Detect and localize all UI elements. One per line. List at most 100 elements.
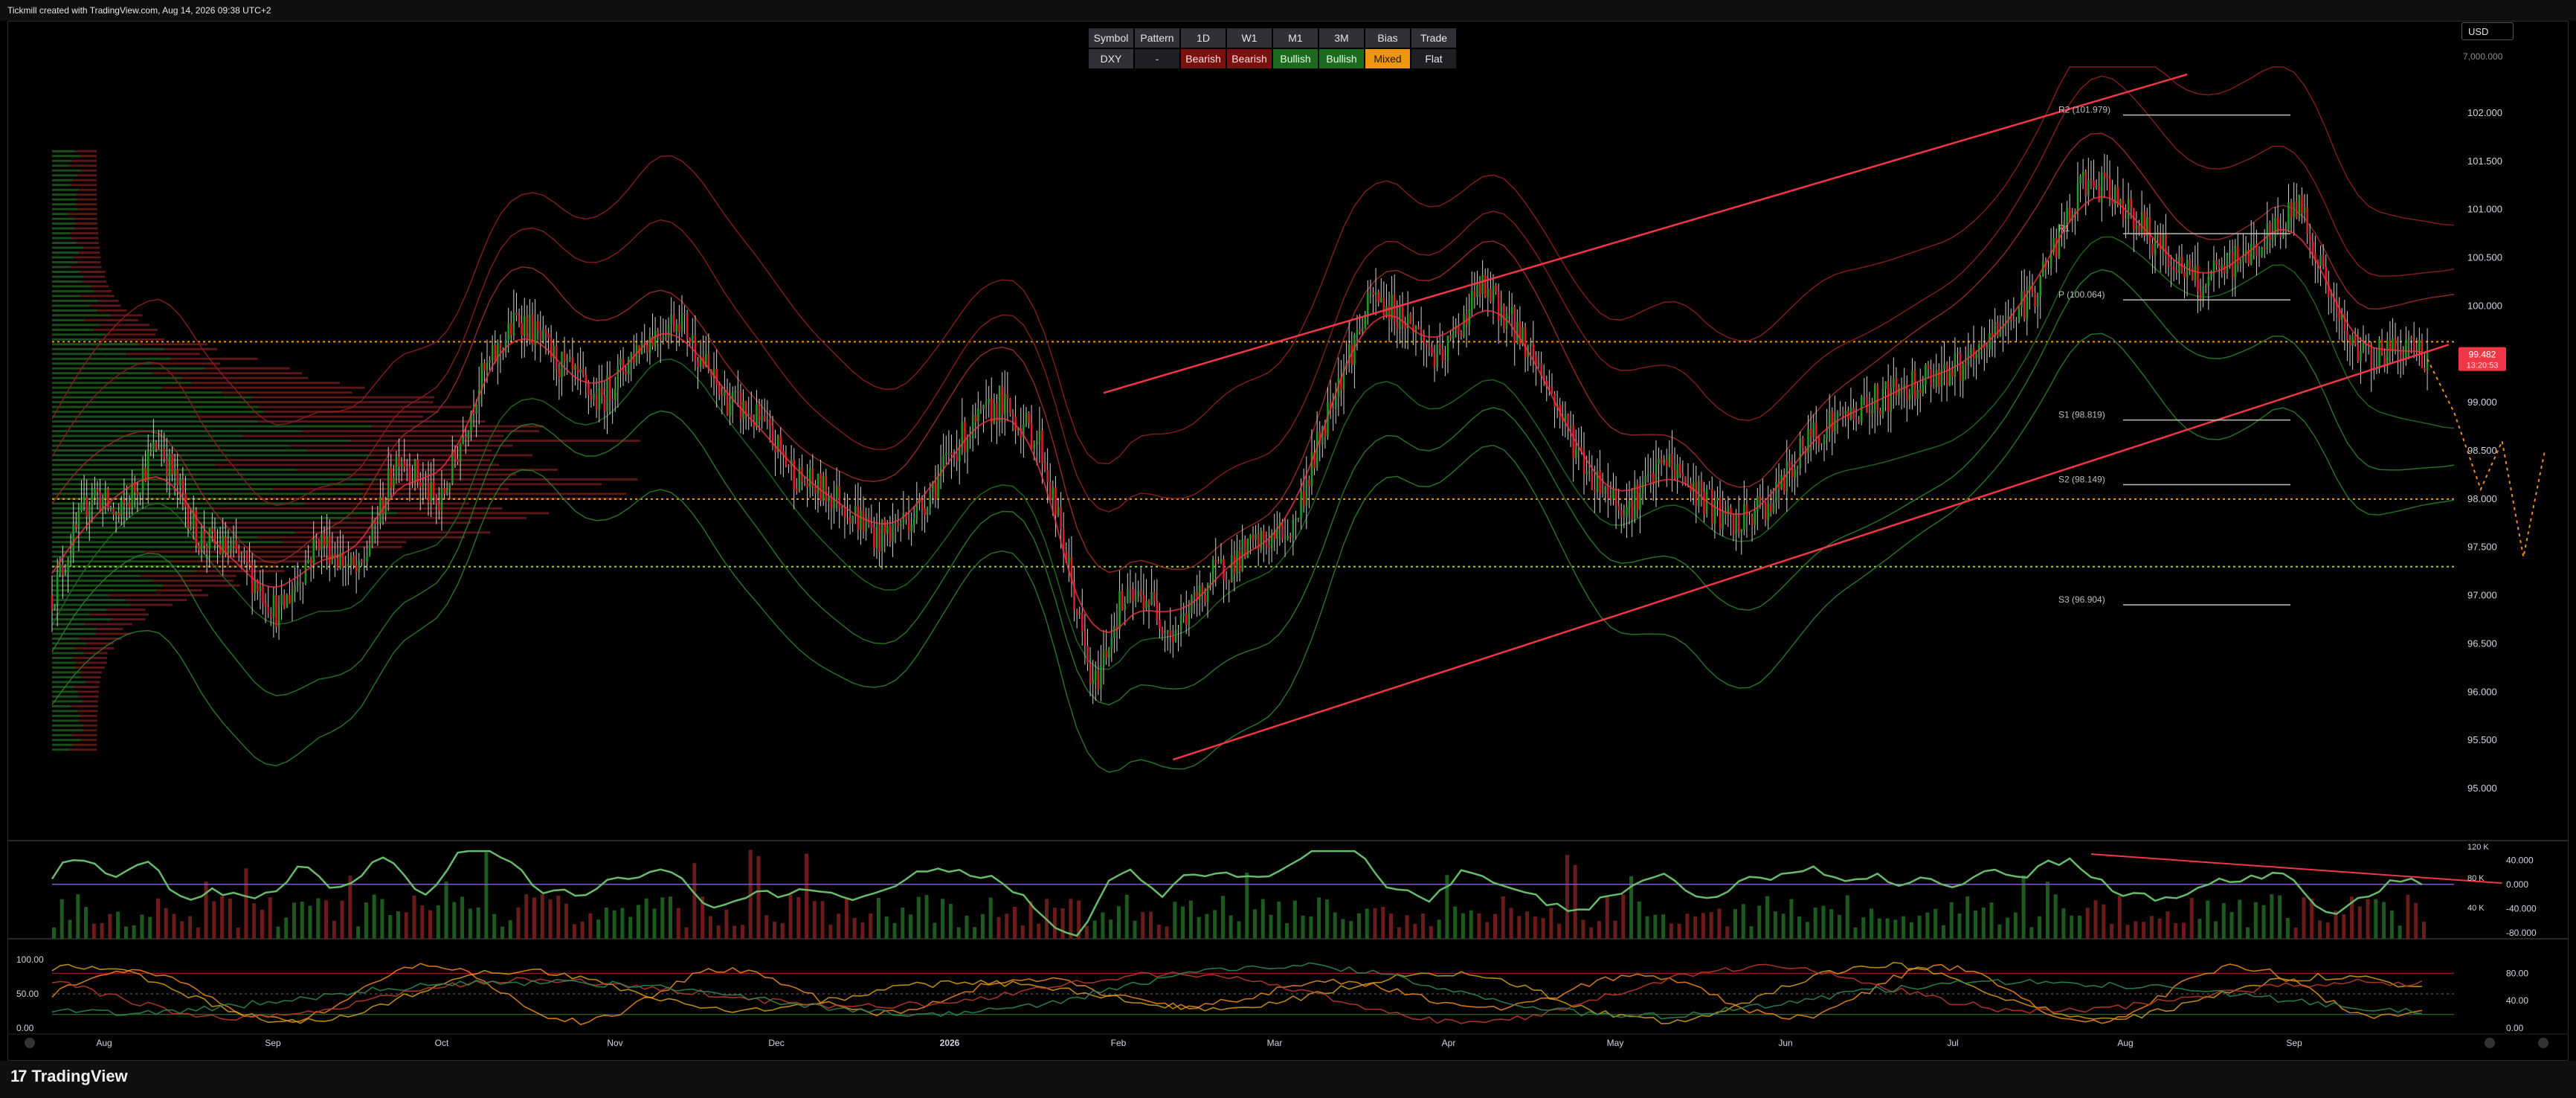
chart-canvas[interactable]: R2 (101.979) R1 P (100.064) S1 (98.819) S2 (… (0, 0, 2576, 1061)
volume-bar (2366, 899, 2370, 939)
volume-bar (1541, 918, 1545, 939)
candle-body (1873, 385, 1876, 410)
volume-bar (1589, 927, 1594, 939)
profile-bar-green (52, 570, 196, 573)
profile-bar-green (52, 714, 81, 717)
profile-bar-green (52, 483, 364, 486)
candle-body (280, 594, 283, 605)
candle-body (988, 398, 990, 402)
volume-bar (460, 896, 465, 939)
profile-bar-green (52, 266, 71, 269)
volume-bar (1581, 919, 1585, 939)
candle-body (1449, 336, 1452, 339)
candle-body (1132, 588, 1134, 602)
time-tick-label: Dec (768, 1038, 784, 1048)
candle-body (1308, 479, 1310, 487)
volume-bar (844, 897, 849, 939)
profile-bar-green (52, 208, 78, 211)
candle-body (1367, 292, 1369, 315)
volume-bar (564, 903, 569, 939)
candle-body (1932, 385, 1935, 388)
profile-bar-red (129, 603, 173, 606)
profile-bar-green (52, 458, 228, 461)
zoom-icon[interactable] (25, 1038, 35, 1048)
profile-bar-red (362, 492, 627, 495)
profile-bar-red (111, 618, 146, 621)
candle-body (662, 336, 665, 340)
profile-bar-green (52, 733, 72, 736)
bias-value-pattern: - (1133, 48, 1181, 70)
candle-body (1214, 559, 1217, 563)
volume-bar (1421, 913, 1426, 939)
volume-bar (532, 897, 536, 939)
candle-body (956, 453, 958, 462)
profile-bar-green (52, 425, 372, 428)
candle-body (69, 556, 72, 562)
time-tick-label: Oct (435, 1038, 449, 1048)
volume-bar (2142, 922, 2146, 939)
volume-bar (1717, 908, 1722, 939)
volume-bar (212, 901, 216, 939)
candle-body (1460, 334, 1463, 336)
candle-body (259, 586, 262, 592)
stochastic-right-tick: 80.00 (2506, 968, 2528, 978)
currency-selector[interactable]: USD (2461, 22, 2514, 40)
profile-bar-red (191, 382, 341, 385)
profile-bar-red (151, 362, 221, 365)
candle-body (1986, 348, 1989, 350)
candle-body (344, 566, 347, 568)
candle-body (1764, 501, 1767, 521)
volume-bar (1637, 901, 1641, 939)
candle-body (1081, 612, 1083, 632)
candle-body (1927, 365, 1930, 369)
candle-body (499, 343, 502, 350)
volume-bar (1885, 918, 1890, 939)
candle-body (2351, 336, 2354, 346)
candle-body (1569, 425, 1572, 428)
candle-body (2172, 266, 2175, 271)
candle-body (897, 523, 899, 526)
pivot-levels: R2 (101.979) R1 P (100.064) S1 (98.819) S2 (… (2058, 105, 2290, 606)
candle-body (1887, 381, 1890, 412)
volume-bar (1188, 900, 1193, 939)
profile-bar-red (69, 232, 98, 235)
volume-bar (2334, 911, 2338, 939)
time-tick-label: Aug (2117, 1038, 2133, 1048)
candle-body (1599, 470, 1601, 493)
volume-bar (604, 908, 608, 939)
profile-bar-red (85, 681, 100, 684)
settings-icon[interactable] (2538, 1038, 2548, 1048)
candle-body (1962, 363, 1964, 382)
candle-body (403, 461, 405, 467)
volume-bar (916, 896, 921, 939)
candle-body (1817, 437, 1820, 445)
profile-bar-green (52, 295, 80, 298)
volume-bar (1917, 915, 1922, 939)
volume-bar (1381, 906, 1385, 939)
bias-header-1d: 1D (1179, 27, 1227, 49)
candle-body (880, 519, 883, 552)
candle-body (937, 475, 939, 499)
price-axis: 102.000 101.500 101.000 100.500 100.000 99.00… (2463, 51, 2503, 794)
candle-body (2012, 319, 2015, 321)
candle-body (1663, 459, 1665, 463)
candle-body (489, 360, 491, 363)
profile-bar-red (77, 261, 101, 263)
candle-body (2295, 201, 2298, 218)
candle-body (2175, 270, 2178, 273)
auto-scale-icon[interactable] (2485, 1038, 2495, 1048)
volume-bar (1621, 894, 1626, 939)
candle-body (491, 345, 494, 361)
profile-bar-green (52, 405, 259, 408)
volume-bar (901, 908, 905, 939)
candle-body (529, 314, 531, 340)
volume-bar (484, 852, 489, 939)
candle-body (910, 524, 912, 532)
profile-bar-green (52, 415, 196, 418)
candle-body (886, 525, 889, 534)
candle-body (993, 403, 996, 424)
profile-bar-red (77, 710, 98, 713)
candle-body (166, 459, 168, 477)
volume-bar (1116, 906, 1121, 939)
candle-body (2330, 296, 2333, 298)
